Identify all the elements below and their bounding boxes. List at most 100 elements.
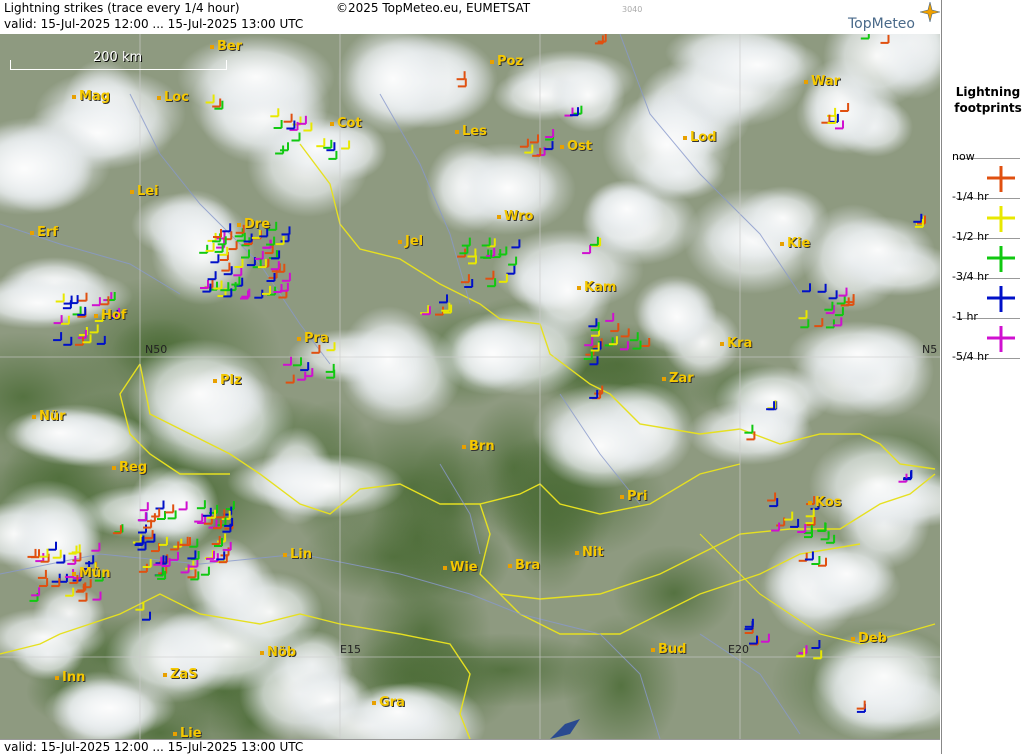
lightning-cross-icon	[802, 283, 811, 293]
lightning-cross-icon	[132, 534, 142, 544]
city-name: War	[811, 74, 841, 89]
lightning-cross-icon	[96, 335, 106, 345]
lightning-cross-icon	[27, 548, 37, 558]
lightning-cross-icon	[506, 265, 516, 275]
lightning-strikes-layer	[27, 34, 926, 713]
city-name: Lod	[690, 130, 717, 145]
map-header: Lightning strikes (trace every 1/4 hour)…	[0, 0, 940, 35]
lightning-cross-icon	[78, 292, 88, 302]
city-label: Cot	[330, 116, 362, 131]
lightning-cross-icon	[584, 337, 594, 347]
city-label: Pri	[620, 489, 647, 504]
scale-label: 200 km	[93, 50, 143, 65]
lightning-cross-icon	[840, 103, 850, 112]
lightning-cross-icon	[610, 323, 620, 333]
lightning-cross-icon	[283, 113, 293, 123]
lightning-cross-icon	[545, 131, 555, 141]
lightning-cross-icon	[78, 592, 88, 602]
grid-label-n5: N5	[922, 343, 938, 356]
city-name: Nit	[582, 545, 604, 560]
city-dot-icon	[808, 500, 812, 505]
city-label: Lie	[173, 726, 202, 739]
map-footer: valid: 15-Jul-2025 12:00 ... 15-Jul-2025…	[0, 739, 940, 755]
lightning-cross-icon	[196, 500, 206, 510]
city-name: Nöb	[267, 645, 297, 660]
city-dot-icon	[237, 222, 241, 227]
lightning-cross-icon	[485, 270, 495, 280]
lightning-cross-icon	[204, 550, 214, 560]
lightning-cross-icon	[325, 363, 335, 373]
lightning-cross-icon	[281, 226, 291, 236]
city-name: Poz	[497, 54, 524, 69]
lightning-cross-icon	[420, 305, 430, 315]
city-name: Bra	[515, 558, 541, 573]
lightning-cross-icon	[29, 592, 39, 602]
lightning-cross-icon	[91, 297, 101, 307]
legend-row: -5/4 hr	[942, 350, 1033, 398]
city-label: War	[804, 74, 840, 89]
city-dot-icon	[651, 647, 655, 652]
legend-cross-icon	[987, 206, 1015, 232]
city-name: Kra	[727, 336, 753, 351]
city-name: Mün	[79, 566, 111, 581]
lightning-cross-icon	[798, 310, 808, 320]
city-name: Lin	[290, 547, 312, 562]
lightning-cross-icon	[629, 332, 639, 342]
city-dot-icon	[372, 700, 376, 705]
lightning-cross-icon	[798, 645, 808, 655]
city-name: Loc	[164, 90, 189, 105]
lightning-cross-icon	[178, 501, 188, 511]
lightning-cross-icon	[784, 511, 794, 521]
lightning-cross-icon	[142, 611, 151, 621]
city-name: ZaS	[170, 667, 198, 682]
lightning-cross-icon	[582, 245, 592, 255]
city-name: Kos	[815, 495, 842, 510]
city-label: Brn	[462, 439, 495, 454]
city-dot-icon	[330, 121, 334, 126]
city-label: Dre	[237, 217, 270, 232]
city-name: Brn	[469, 439, 495, 454]
city-dot-icon	[173, 731, 177, 736]
city-name: Kie	[787, 236, 811, 251]
city-dot-icon	[462, 444, 466, 449]
city-name: Kam	[584, 280, 617, 295]
city-dot-icon	[283, 552, 287, 557]
lightning-cross-icon	[233, 267, 243, 277]
lightning-cross-icon	[820, 531, 830, 541]
lightning-cross-icon	[165, 504, 175, 514]
satellite-map[interactable]: 200 km N50 N5 E15 E20 Ber Poz War Mag Loc Cot…	[0, 34, 940, 739]
city-dot-icon	[780, 241, 784, 246]
city-label: Deb	[851, 631, 887, 646]
lightning-cross-icon	[588, 318, 598, 328]
lightning-cross-icon	[811, 640, 821, 649]
lightning-cross-icon	[275, 236, 285, 246]
legend-label: -5/4 hr	[952, 350, 989, 363]
city-label: Mag	[72, 89, 110, 104]
city-name: Wro	[504, 209, 534, 224]
legend-panel: Lightning footprints now -1/4 hr -1/2 hr -3…	[941, 0, 1033, 754]
lightning-cross-icon	[824, 301, 834, 311]
lightning-cross-icon	[155, 500, 165, 510]
city-name: Ost	[567, 139, 593, 154]
city-dot-icon	[112, 465, 116, 470]
city-name: Reg	[119, 460, 148, 475]
city-name: Pra	[304, 331, 329, 346]
legend-cross-icon	[987, 326, 1015, 352]
lightning-cross-icon	[170, 541, 180, 551]
city-label: Inn	[55, 670, 85, 685]
city-name: Cot	[337, 116, 362, 131]
lightning-cross-icon	[207, 271, 217, 281]
lightning-cross-icon	[103, 292, 113, 302]
lightning-cross-icon	[776, 517, 786, 527]
lightning-cross-icon	[641, 338, 651, 347]
city-name: Dre	[244, 217, 271, 232]
lightning-cross-icon	[814, 318, 824, 328]
lightning-cross-icon	[297, 371, 307, 381]
lightning-cross-icon	[589, 356, 599, 366]
lightning-cross-icon	[53, 332, 63, 342]
lightning-cross-icon	[137, 512, 147, 522]
lightning-cross-icon	[834, 307, 844, 317]
legend-title-line1: Lightning	[955, 85, 1021, 99]
lightning-cross-icon	[37, 569, 47, 579]
lightning-cross-icon	[91, 542, 101, 552]
